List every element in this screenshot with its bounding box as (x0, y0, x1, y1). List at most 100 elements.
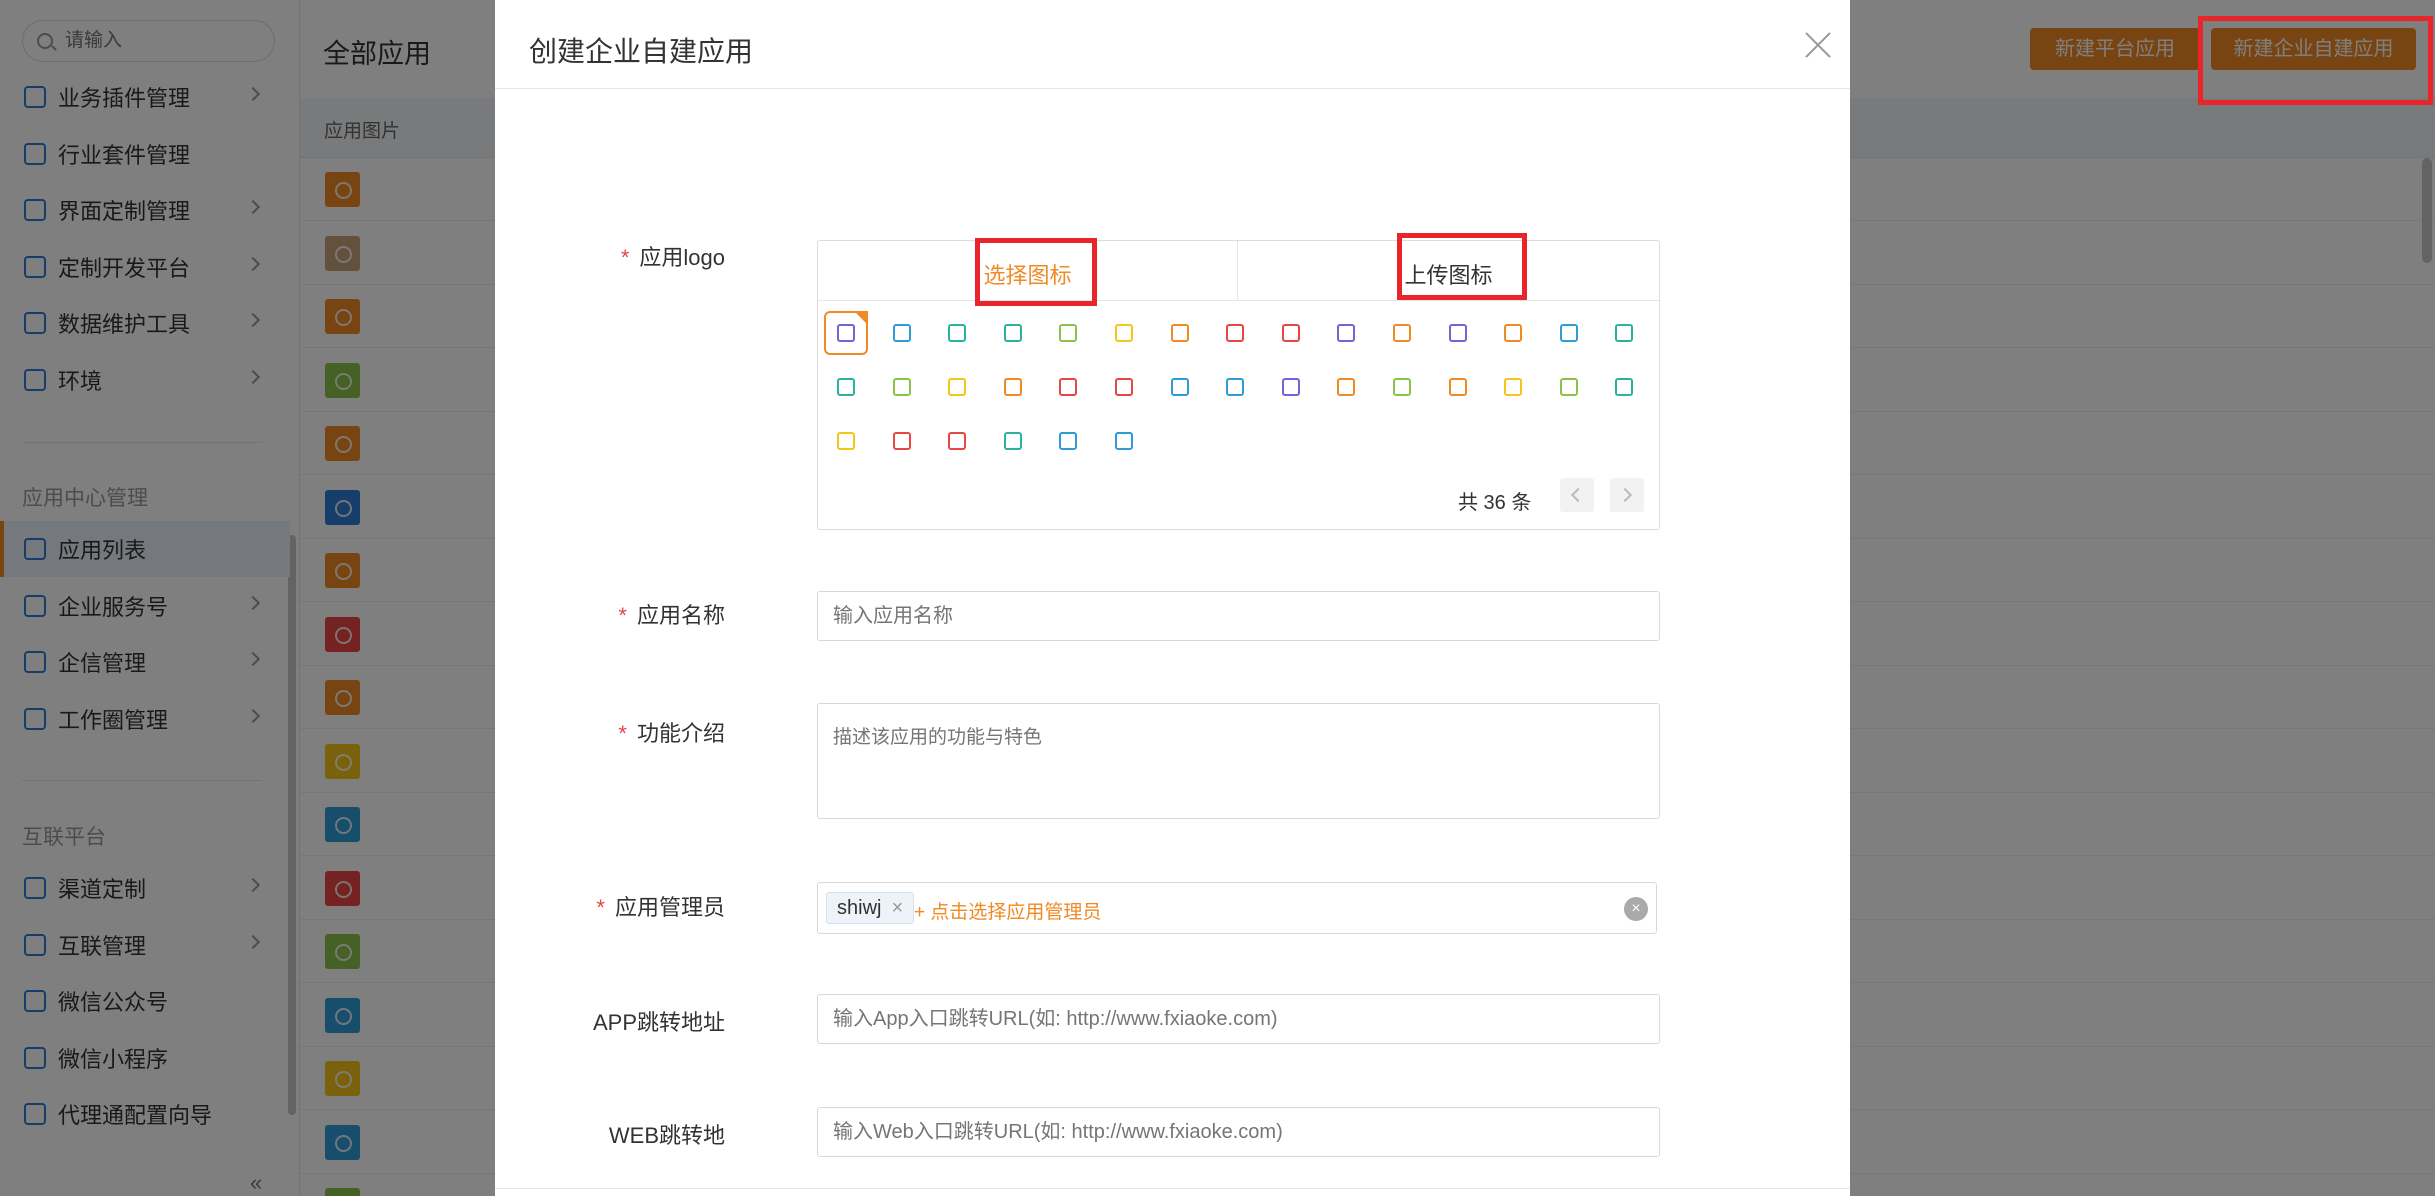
apps-icon (1281, 378, 1300, 396)
icon-option[interactable] (824, 365, 868, 409)
icon-option[interactable] (1269, 311, 1313, 355)
bar-chart-icon (892, 324, 911, 342)
icon-option[interactable] (991, 419, 1035, 463)
admin-label: * 应用管理员 (596, 895, 725, 920)
icon-option[interactable] (1324, 311, 1368, 355)
icon-option[interactable] (935, 365, 979, 409)
pagination-total: 共 36 条 (1458, 492, 1532, 514)
icon-option[interactable] (1324, 365, 1368, 409)
web-url-input[interactable] (817, 1107, 1660, 1157)
calendar-icon (1003, 324, 1022, 342)
monitor-icon (892, 432, 911, 450)
presentation-icon (1170, 324, 1189, 342)
icon-option[interactable] (935, 311, 979, 355)
pencil-icon (1615, 324, 1634, 342)
highlight-new-enterprise-app (2198, 16, 2433, 105)
app-url-input[interactable] (817, 994, 1660, 1044)
app-name-input[interactable] (817, 591, 1660, 641)
signpost-icon (948, 378, 967, 396)
admin-selector[interactable]: shiwj × + 点击选择应用管理员 × (817, 882, 1657, 934)
close-icon[interactable] (1801, 28, 1835, 62)
web-url-label: WEB跳转地 (608, 1123, 725, 1148)
house-icon (1003, 432, 1022, 450)
shield-icon (1115, 324, 1133, 342)
clear-icon[interactable]: × (1624, 897, 1648, 921)
icon-option[interactable] (1046, 365, 1090, 409)
icon-option[interactable] (1602, 365, 1646, 409)
next-page-button[interactable] (1610, 478, 1644, 512)
folder-icon (1559, 378, 1578, 396)
icon-option[interactable] (1213, 365, 1257, 409)
buildings-icon (1059, 378, 1078, 396)
icon-option[interactable] (991, 365, 1035, 409)
logo-tabs: 选择图标 上传图标 (818, 241, 1659, 301)
prev-page-button[interactable] (1560, 478, 1594, 512)
app-description-input[interactable] (817, 703, 1660, 819)
icon-option[interactable] (1102, 365, 1146, 409)
coins-icon (1615, 378, 1634, 396)
logo-picker: 选择图标 上传图标 共 36 条 (817, 240, 1660, 530)
save-icon (1059, 432, 1078, 450)
icon-option[interactable] (1491, 311, 1535, 355)
icon-option[interactable] (1380, 365, 1424, 409)
stack-icon (948, 324, 967, 342)
app-url-label: APP跳转地址 (592, 1010, 725, 1035)
icon-option[interactable] (1046, 419, 1090, 463)
clock-icon (1115, 378, 1133, 396)
bag-icon (1059, 324, 1078, 342)
trash-icon (1337, 378, 1356, 396)
home-icon (1170, 378, 1189, 396)
globe-icon (1337, 324, 1356, 342)
icon-option[interactable] (991, 311, 1035, 355)
diamond-icon (1448, 378, 1467, 396)
card-icon (1226, 378, 1245, 396)
icon-option[interactable] (1380, 311, 1424, 355)
icon-option[interactable] (1046, 311, 1090, 355)
icon-option[interactable] (1547, 365, 1591, 409)
icon-option[interactable] (824, 419, 868, 463)
icon-option[interactable] (824, 311, 868, 355)
image-icon (892, 378, 911, 396)
icon-option[interactable] (1602, 311, 1646, 355)
inbox-icon (1504, 324, 1523, 342)
icon-option[interactable] (1102, 311, 1146, 355)
target-icon (1393, 324, 1411, 342)
icon-grid (824, 311, 1654, 481)
icon-option[interactable] (1547, 311, 1591, 355)
icon-option[interactable] (1102, 419, 1146, 463)
building-icon (837, 432, 855, 450)
icon-option[interactable] (1158, 311, 1202, 355)
admin-tag: shiwj × (826, 892, 915, 924)
remove-tag-icon[interactable]: × (891, 893, 903, 923)
icon-option[interactable] (880, 311, 924, 355)
modal-footer-divider (495, 1188, 1850, 1189)
modal-header: 创建企业自建应用 (495, 0, 1850, 89)
icon-option[interactable] (880, 419, 924, 463)
note-icon (1504, 378, 1523, 396)
name-label: * 应用名称 (618, 603, 725, 628)
archive-icon (1559, 324, 1578, 342)
icon-option[interactable] (1491, 365, 1535, 409)
clipboard-icon (1393, 378, 1411, 396)
icon-option[interactable] (880, 365, 924, 409)
icon-option[interactable] (1213, 311, 1257, 355)
calendar-grid-icon (1448, 324, 1467, 342)
icon-option[interactable] (1436, 365, 1480, 409)
create-app-modal: 创建企业自建应用 * 应用logo 选择图标 上传图标 共 36 条 * 应用名称 … (495, 0, 1850, 1196)
icon-option[interactable] (935, 419, 979, 463)
window-icon (1281, 324, 1300, 342)
document-icon (1115, 432, 1133, 450)
lock-icon (1003, 378, 1022, 396)
calendar-alt-icon (948, 432, 967, 450)
add-admin-link[interactable]: + 点击选择应用管理员 (914, 897, 1101, 924)
icon-option[interactable] (1436, 311, 1480, 355)
highlight-select-icon-tab (975, 238, 1097, 306)
crosshair-icon (837, 324, 855, 342)
icon-option[interactable] (1158, 365, 1202, 409)
highlight-upload-icon-tab (1397, 233, 1527, 300)
icon-option[interactable] (1269, 365, 1313, 409)
desc-label: * 功能介绍 (618, 721, 725, 746)
logo-label: * 应用logo (620, 245, 725, 270)
modal-title: 创建企业自建应用 (529, 36, 754, 67)
bookmark-icon (1226, 324, 1245, 342)
